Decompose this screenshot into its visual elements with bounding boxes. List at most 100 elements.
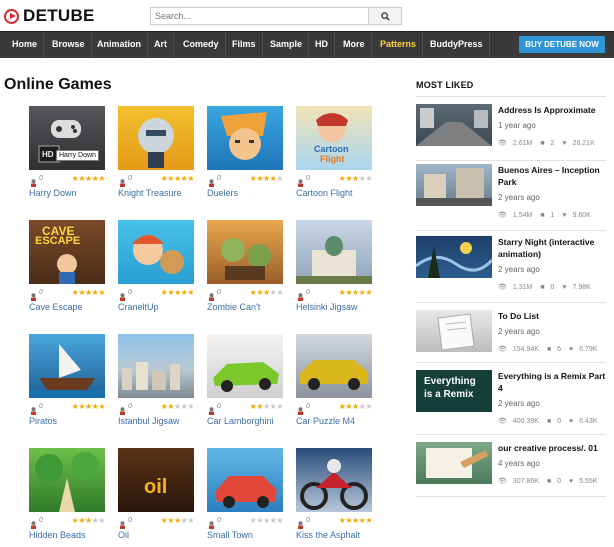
game-title[interactable]: Oil (118, 530, 194, 540)
game-card[interactable]: 0 ★★★★★ Kiss the Asphalt (296, 448, 372, 540)
game-thumbnail[interactable] (296, 220, 372, 284)
sidebar-video-item[interactable]: To Do List 2 years ago 👁 154.94K ■ 6 ♥ 6.79… (416, 310, 606, 368)
star-icon[interactable]: ★ (263, 288, 270, 297)
star-icon[interactable]: ★ (85, 174, 92, 183)
star-icon[interactable]: ★ (174, 516, 181, 525)
game-title[interactable]: Car Puzzle M4 (296, 416, 372, 426)
video-title[interactable]: To Do List (498, 310, 606, 322)
sidebar-video-item[interactable]: Address Is Approximate 1 year ago 👁 2.61M… (416, 104, 606, 164)
star-icon[interactable]: ★ (365, 402, 372, 411)
game-title[interactable]: Cartoon Flight (296, 188, 372, 198)
star-icon[interactable]: ★ (345, 288, 352, 297)
game-thumbnail[interactable]: oil (118, 448, 194, 512)
star-icon[interactable]: ★ (352, 402, 359, 411)
game-card[interactable]: 0 ★★★★★ CraneltUp (118, 220, 194, 312)
star-icon[interactable]: ★ (78, 288, 85, 297)
nav-patterns[interactable]: Patterns (374, 32, 424, 58)
game-card[interactable]: 0 ★★★★★ Istanbul Jigsaw (118, 334, 194, 426)
buy-now-button[interactable]: BUY DETUBE NOW (519, 36, 605, 53)
rating-stars[interactable]: ★★★★★ (250, 516, 284, 525)
star-icon[interactable]: ★ (365, 516, 372, 525)
game-title[interactable]: Car Lamborghini (207, 416, 283, 426)
video-title[interactable]: Buenos Aires – Inception Park (498, 164, 606, 188)
game-card[interactable]: 0 ★★★★★ Piratos (29, 334, 105, 426)
game-card[interactable]: 0 ★★★★★ Car Lamborghini (207, 334, 283, 426)
star-icon[interactable]: ★ (365, 288, 372, 297)
game-card[interactable]: 0 ★★★★★ Helsinki Jigsaw (296, 220, 372, 312)
star-icon[interactable]: ★ (167, 288, 174, 297)
nav-comedy[interactable]: Comedy (177, 32, 226, 58)
game-card[interactable]: 0 ★★★★★ Duelers (207, 106, 283, 198)
star-icon[interactable]: ★ (352, 288, 359, 297)
star-icon[interactable]: ★ (345, 402, 352, 411)
star-icon[interactable]: ★ (174, 174, 181, 183)
star-icon[interactable]: ★ (78, 174, 85, 183)
game-thumbnail[interactable] (207, 448, 283, 512)
video-thumbnail[interactable] (416, 310, 492, 352)
rating-stars[interactable]: ★★★★★ (161, 288, 195, 297)
rating-stars[interactable]: ★★★★★ (72, 174, 106, 183)
star-icon[interactable]: ★ (256, 288, 263, 297)
star-icon[interactable]: ★ (98, 288, 105, 297)
sidebar-video-item[interactable]: our creative process/. 01 4 years ago 👁 3… (416, 442, 606, 500)
star-icon[interactable]: ★ (276, 174, 283, 183)
star-icon[interactable]: ★ (98, 516, 105, 525)
rating-stars[interactable]: ★★★★★ (161, 402, 195, 411)
video-title[interactable]: our creative process/. 01 (498, 442, 606, 454)
star-icon[interactable]: ★ (352, 174, 359, 183)
star-icon[interactable]: ★ (263, 174, 270, 183)
star-icon[interactable]: ★ (85, 402, 92, 411)
nav-films[interactable]: Films (226, 32, 263, 58)
game-thumbnail[interactable] (296, 448, 372, 512)
game-title[interactable]: Istanbul Jigsaw (118, 416, 194, 426)
rating-stars[interactable]: ★★★★★ (72, 402, 106, 411)
rating-stars[interactable]: ★★★★★ (161, 174, 195, 183)
game-title[interactable]: Knight Treasure (118, 188, 194, 198)
game-card[interactable]: 0 ★★★★★ Knight Treasure (118, 106, 194, 198)
star-icon[interactable]: ★ (256, 402, 263, 411)
star-icon[interactable]: ★ (187, 174, 194, 183)
star-icon[interactable]: ★ (256, 516, 263, 525)
star-icon[interactable]: ★ (167, 516, 174, 525)
search-button[interactable] (368, 8, 401, 24)
game-card[interactable]: oil 0 ★★★★★ Oil (118, 448, 194, 540)
game-title[interactable]: Kiss the Asphalt (296, 530, 372, 540)
sidebar-video-item[interactable]: Starry Night (interactive animation) 2 y… (416, 236, 606, 304)
star-icon[interactable]: ★ (85, 288, 92, 297)
rating-stars[interactable]: ★★★★★ (250, 174, 284, 183)
star-icon[interactable]: ★ (167, 402, 174, 411)
rating-stars[interactable]: ★★★★★ (339, 402, 373, 411)
star-icon[interactable]: ★ (263, 402, 270, 411)
game-card[interactable]: 0 ★★★★★ Hidden Beads (29, 448, 105, 540)
star-icon[interactable]: ★ (174, 288, 181, 297)
video-title[interactable]: Everything is a Remix Part 4 (498, 370, 606, 394)
game-thumbnail[interactable] (29, 334, 105, 398)
search-input[interactable] (151, 8, 368, 24)
star-icon[interactable]: ★ (78, 516, 85, 525)
game-thumbnail[interactable] (29, 448, 105, 512)
nav-browse[interactable]: Browse (46, 32, 92, 58)
star-icon[interactable]: ★ (276, 516, 283, 525)
video-thumbnail[interactable] (416, 236, 492, 278)
game-thumbnail[interactable]: Cartoon Flight (296, 106, 372, 170)
game-thumbnail[interactable] (118, 334, 194, 398)
nav-hd[interactable]: HD (309, 32, 335, 58)
sidebar-video-item[interactable]: Buenos Aires – Inception Park 2 years ag… (416, 164, 606, 232)
site-logo[interactable]: DETUBE (4, 6, 95, 26)
star-icon[interactable]: ★ (187, 402, 194, 411)
nav-home[interactable]: Home (6, 32, 45, 58)
rating-stars[interactable]: ★★★★★ (339, 174, 373, 183)
rating-stars[interactable]: ★★★★★ (161, 516, 195, 525)
video-thumbnail[interactable] (416, 442, 492, 484)
star-icon[interactable]: ★ (345, 174, 352, 183)
nav-buddypress[interactable]: BuddyPress (424, 32, 490, 58)
rating-stars[interactable]: ★★★★★ (72, 516, 106, 525)
star-icon[interactable]: ★ (352, 516, 359, 525)
game-title[interactable]: Small Town (207, 530, 283, 540)
game-title[interactable]: Piratos (29, 416, 105, 426)
star-icon[interactable]: ★ (345, 516, 352, 525)
game-title[interactable]: Harry Down (29, 188, 105, 198)
video-thumbnail[interactable]: Everything is a Remix (416, 370, 492, 412)
rating-stars[interactable]: ★★★★★ (339, 516, 373, 525)
game-title[interactable]: CraneltUp (118, 302, 194, 312)
